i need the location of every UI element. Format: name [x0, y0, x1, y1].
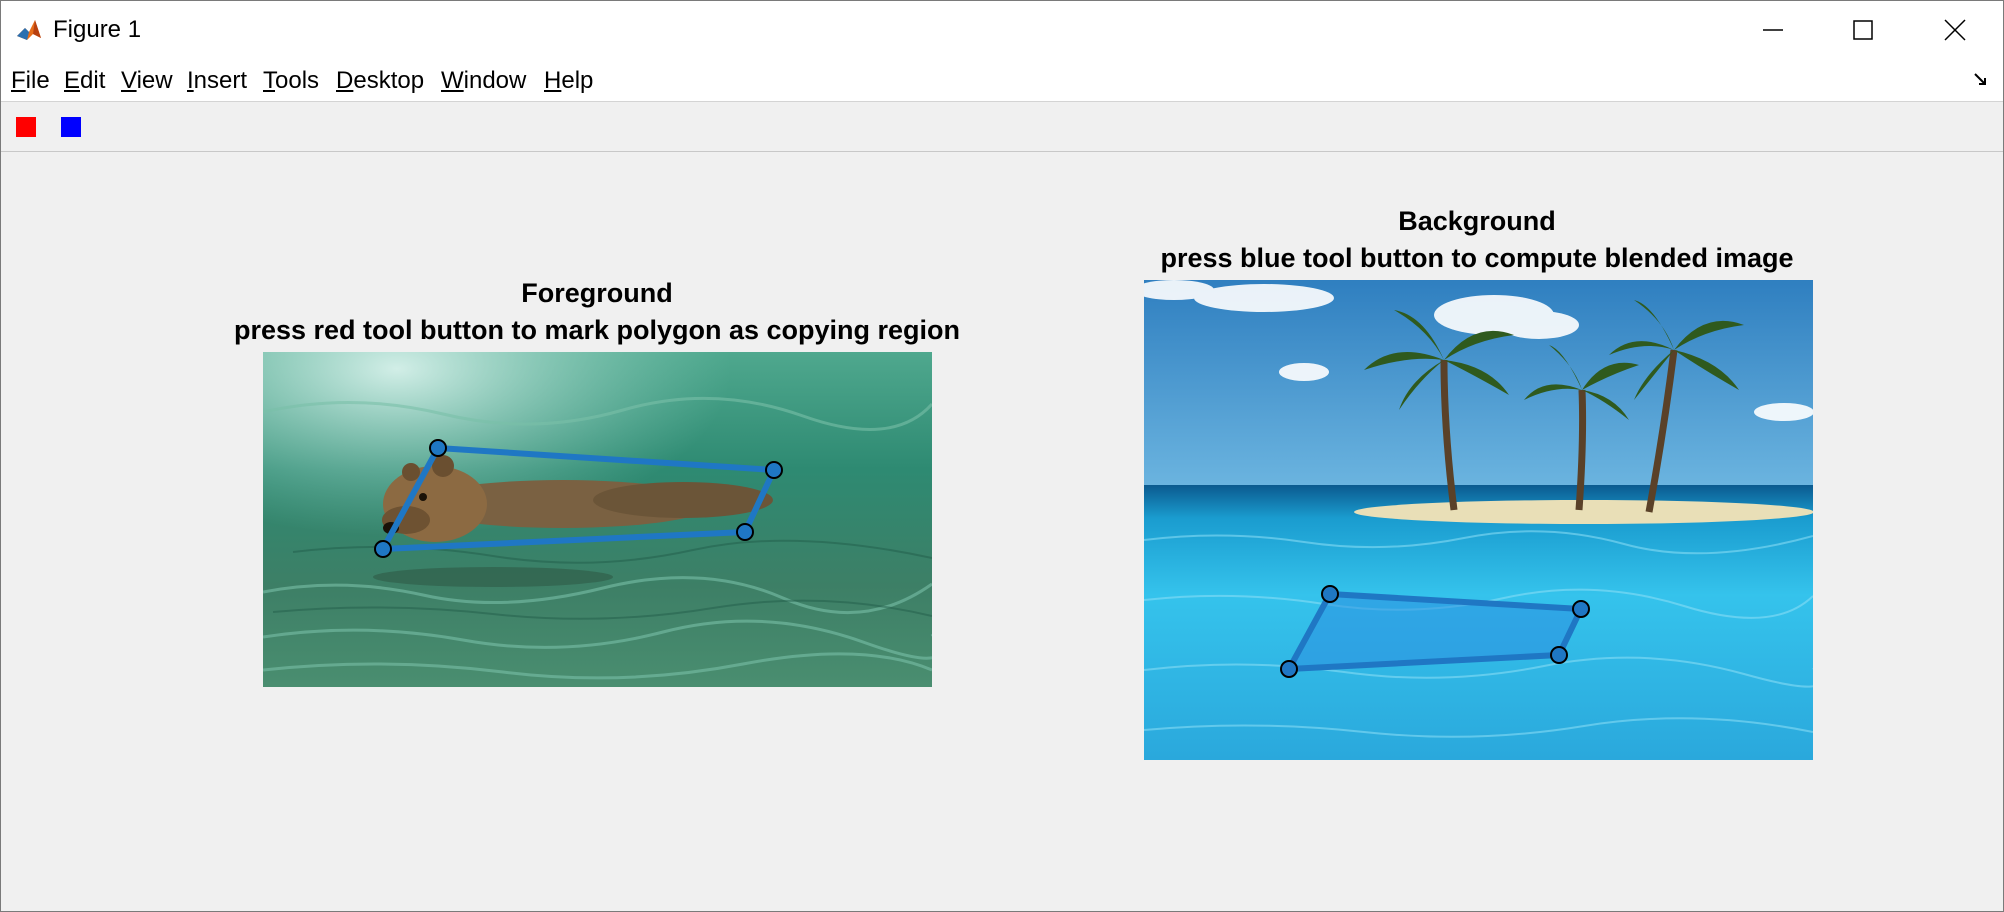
figure-canvas: Foreground press red tool button to mark… — [1, 152, 2003, 911]
foreground-title: Foreground press red tool button to mark… — [197, 275, 997, 349]
title-bar[interactable]: Figure 1 — [1, 1, 2003, 59]
polygon-vertex[interactable] — [765, 461, 783, 479]
polygon-vertex[interactable] — [374, 540, 392, 558]
foreground-image-art — [263, 352, 932, 687]
window-title: Figure 1 — [53, 16, 142, 43]
maximize-icon — [1853, 20, 1873, 40]
minimize-icon — [1763, 29, 1783, 31]
background-title: Background press blue tool button to com… — [1077, 203, 1877, 277]
maximize-button[interactable] — [1817, 1, 1909, 59]
background-title-line: Background — [1398, 206, 1556, 236]
menu-desktop-accel: D — [336, 67, 354, 94]
menu-insert-rest: nsert — [193, 67, 248, 94]
menu-window-accel: W — [441, 67, 464, 94]
menu-edit-rest: dit — [80, 67, 106, 94]
polygon-vertex[interactable] — [1280, 660, 1298, 678]
dock-arrow-icon[interactable] — [1973, 72, 1989, 88]
menu-edit[interactable]: Edit — [64, 66, 105, 96]
menu-view-rest: iew — [136, 67, 173, 94]
foreground-subtitle-line: press red tool button to mark polygon as… — [233, 315, 961, 345]
close-button[interactable] — [1909, 1, 2001, 59]
menu-desktop-rest: esktop — [353, 67, 425, 94]
menu-desktop[interactable]: Desktop — [336, 66, 424, 96]
polygon-vertex[interactable] — [736, 523, 754, 541]
menu-file-rest: ile — [25, 67, 50, 94]
red-tool-button[interactable] — [16, 117, 36, 137]
menu-tools[interactable]: Tools — [263, 66, 319, 96]
menu-window-rest: indow — [463, 67, 527, 94]
polygon-vertex[interactable] — [1550, 646, 1568, 664]
menu-view-accel: V — [121, 67, 137, 94]
background-subtitle-line: press blue tool button to compute blende… — [1160, 243, 1794, 273]
menu-file[interactable]: File — [11, 66, 50, 96]
matlab-icon — [15, 16, 43, 44]
toolbar — [1, 102, 2003, 152]
background-image[interactable] — [1144, 280, 1813, 760]
menu-help-rest: elp — [561, 67, 594, 94]
polygon-vertex[interactable] — [1321, 585, 1339, 603]
menu-window[interactable]: Window — [441, 66, 526, 96]
menu-file-accel: F — [11, 67, 26, 94]
foreground-title-line: Foreground — [521, 278, 673, 308]
menu-tools-rest: ools — [275, 67, 320, 94]
polygon-vertex[interactable] — [1572, 600, 1590, 618]
menu-view[interactable]: View — [121, 66, 173, 96]
menu-tools-accel: T — [263, 67, 275, 94]
figure-window: Figure 1 File Edit View Insert Tools Des… — [0, 0, 2004, 912]
menu-bar: File Edit View Insert Tools Desktop Wind… — [1, 59, 2003, 102]
island-sand — [1354, 500, 1813, 524]
foreground-image[interactable] — [263, 352, 932, 687]
menu-edit-accel: E — [64, 67, 81, 94]
menu-insert-accel: I — [187, 67, 194, 94]
close-icon — [1944, 19, 1966, 41]
background-image-art — [1144, 280, 1813, 760]
menu-help[interactable]: Help — [544, 66, 593, 96]
menu-help-accel: H — [544, 67, 562, 94]
minimize-button[interactable] — [1727, 1, 1819, 59]
menu-insert[interactable]: Insert — [187, 66, 247, 96]
polygon-vertex[interactable] — [429, 439, 447, 457]
blue-tool-button[interactable] — [61, 117, 81, 137]
